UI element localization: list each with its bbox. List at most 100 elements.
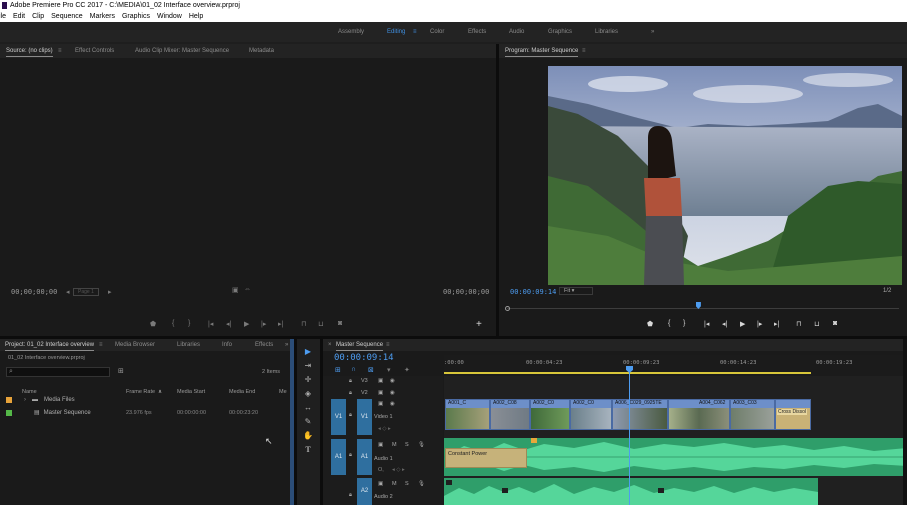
slip-icon[interactable]: ↔ bbox=[303, 403, 313, 413]
expand-icon[interactable]: › bbox=[24, 397, 26, 403]
solo-icon[interactable]: S bbox=[405, 442, 409, 448]
col-media-start[interactable]: Media Start bbox=[177, 389, 205, 395]
selection-tool-icon[interactable]: ▶ bbox=[303, 347, 313, 357]
tab-project[interactable]: Project: 01_02 Interface overview bbox=[5, 342, 95, 351]
type-icon[interactable]: T bbox=[303, 445, 313, 455]
menu-graphics[interactable]: Graphics bbox=[122, 13, 150, 20]
video-clip[interactable]: A002_C0 bbox=[570, 399, 612, 430]
sync-icon[interactable]: ▣ bbox=[378, 378, 383, 384]
program-timecode[interactable]: 00:00:09:14 bbox=[510, 288, 556, 296]
col-more[interactable]: Me bbox=[279, 389, 287, 395]
source-patch-v1[interactable]: V1 bbox=[331, 399, 346, 435]
track-target-a1[interactable]: A1 bbox=[357, 439, 372, 475]
zoom-left-icon[interactable]: ◂ bbox=[66, 288, 70, 296]
track-target-a2[interactable]: A2 bbox=[357, 478, 372, 505]
lift-icon[interactable]: ⊓ bbox=[796, 320, 801, 328]
col-frame-rate[interactable]: Frame Rate bbox=[126, 389, 155, 395]
linked-selection-icon[interactable]: ⊠ bbox=[368, 366, 374, 374]
tabs-overflow-icon[interactable]: » bbox=[285, 342, 288, 348]
sync-icon[interactable]: ▣ bbox=[378, 390, 383, 396]
marker-icon[interactable]: ⬟ bbox=[150, 320, 156, 328]
source-patch-a1[interactable]: A1 bbox=[331, 439, 346, 475]
play-icon[interactable]: ▶ bbox=[244, 320, 249, 328]
eye-icon[interactable]: ◉ bbox=[390, 401, 395, 407]
tab-metadata[interactable]: Metadata bbox=[249, 48, 274, 54]
tab-menu-icon[interactable]: ≡ bbox=[58, 48, 62, 54]
video-clip[interactable]: Cross Dissol bbox=[775, 399, 811, 430]
program-step-forward-icon[interactable]: |▸ bbox=[757, 320, 762, 328]
timeline-playhead[interactable] bbox=[629, 366, 630, 505]
track-select-icon[interactable]: ⇥ bbox=[303, 361, 313, 371]
video-clip[interactable]: A004_C062 bbox=[668, 399, 730, 430]
step-forward-icon[interactable]: |▸ bbox=[261, 320, 266, 328]
workspace-libraries[interactable]: Libraries bbox=[595, 29, 618, 35]
insert-icon[interactable]: ⇔ bbox=[244, 286, 251, 293]
lock-icon[interactable]: 🔒︎ bbox=[349, 378, 352, 385]
camera-icon[interactable]: ◙ bbox=[338, 320, 342, 327]
ripple-edit-icon[interactable]: ✛ bbox=[303, 375, 313, 385]
program-play-icon[interactable]: ▶ bbox=[740, 320, 745, 328]
volume-icon[interactable]: O, bbox=[378, 467, 384, 473]
menu-file[interactable]: ile bbox=[0, 13, 6, 20]
menu-clip[interactable]: Clip bbox=[32, 13, 44, 20]
mute-icon[interactable]: M bbox=[392, 442, 397, 448]
workspace-editing[interactable]: Editing bbox=[387, 29, 405, 35]
timeline-timecode[interactable]: 00:00:09:14 bbox=[334, 353, 394, 363]
list-item[interactable]: › ▬ Media Files bbox=[6, 397, 290, 403]
pen-icon[interactable]: ✎ bbox=[303, 417, 313, 427]
audio-waveform-a2[interactable] bbox=[444, 478, 818, 505]
workspace-assembly[interactable]: Assembly bbox=[338, 29, 364, 35]
program-step-back-icon[interactable]: ◂| bbox=[722, 320, 727, 328]
video-clip[interactable]: A002_C08 bbox=[490, 399, 530, 430]
keyframe-prev-icon[interactable]: ◂ ◇ ▸ bbox=[378, 426, 391, 432]
sync-icon[interactable]: ▣ bbox=[378, 401, 383, 407]
wrench-icon[interactable]: ✦ bbox=[404, 366, 410, 374]
audio-keyframe-icon[interactable]: ◂ ◇ ▸ bbox=[392, 467, 405, 473]
audio-transition[interactable]: Constant Power bbox=[445, 448, 527, 468]
workspace-audio[interactable]: Audio bbox=[509, 29, 524, 35]
sync-icon[interactable]: ▣ bbox=[378, 481, 383, 487]
workspace-menu-icon[interactable]: ≡ bbox=[413, 29, 417, 35]
sync-icon[interactable]: ▣ bbox=[378, 442, 383, 448]
razor-icon[interactable]: ◈ bbox=[303, 389, 313, 399]
eye-icon[interactable]: ◉ bbox=[390, 378, 395, 384]
timeline-scrollbar[interactable] bbox=[903, 339, 907, 505]
menu-help[interactable]: Help bbox=[189, 13, 203, 20]
program-go-to-out-icon[interactable]: ▸| bbox=[774, 320, 779, 328]
menu-window[interactable]: Window bbox=[157, 13, 182, 20]
program-go-to-in-icon[interactable]: |◂ bbox=[704, 320, 709, 328]
insert-clip-icon[interactable]: ⊓ bbox=[301, 320, 306, 328]
tab-source[interactable]: Source: (no clips) bbox=[6, 48, 53, 57]
tab-effect-controls[interactable]: Effect Controls bbox=[75, 48, 114, 54]
col-name[interactable]: Name bbox=[22, 389, 37, 395]
timeline-menu-icon[interactable]: ≡ bbox=[386, 342, 390, 348]
lock-icon[interactable]: 🔒︎ bbox=[349, 412, 352, 419]
program-mark-in-icon[interactable]: { bbox=[668, 320, 670, 327]
tab-master-sequence[interactable]: Master Sequence bbox=[336, 342, 384, 351]
tab-effects[interactable]: Effects bbox=[255, 342, 273, 348]
lock-icon[interactable]: 🔒︎ bbox=[349, 390, 352, 397]
scrubber-start-icon[interactable] bbox=[505, 306, 510, 311]
eye-icon[interactable]: ◉ bbox=[390, 390, 395, 396]
new-bin-icon[interactable]: ⊞ bbox=[118, 367, 124, 375]
menu-edit[interactable]: Edit bbox=[13, 13, 25, 20]
tab-libraries[interactable]: Libraries bbox=[177, 342, 200, 348]
tab-info[interactable]: Info bbox=[222, 342, 232, 348]
list-item[interactable]: ▤ Master Sequence 23.976 fps 00:00:00:00… bbox=[6, 409, 290, 416]
program-marker-icon[interactable]: ⬟ bbox=[647, 320, 653, 328]
project-menu-icon[interactable]: ≡ bbox=[99, 342, 103, 348]
video-clip[interactable]: A002_C0 bbox=[530, 399, 570, 430]
video-clip[interactable]: A003_C03 bbox=[730, 399, 775, 430]
tab-audio-clip-mixer[interactable]: Audio Clip Mixer: Master Sequence bbox=[135, 48, 229, 54]
program-scrubber[interactable] bbox=[505, 302, 899, 312]
magnet-icon[interactable]: ∩ bbox=[351, 366, 356, 373]
nest-icon[interactable]: ⊞ bbox=[335, 366, 341, 374]
workspace-more-icon[interactable]: » bbox=[651, 29, 654, 35]
page-select[interactable]: Page 1 bbox=[73, 288, 99, 296]
project-search-input[interactable]: ⌕ bbox=[6, 367, 110, 377]
track-target-v1[interactable]: V1 bbox=[357, 399, 372, 435]
video-clip[interactable]: A001_C bbox=[445, 399, 490, 430]
lock-icon[interactable]: 🔒︎ bbox=[349, 452, 352, 459]
go-to-out-icon[interactable]: ▸| bbox=[278, 320, 283, 328]
extract-icon[interactable]: ⊔ bbox=[814, 320, 819, 328]
